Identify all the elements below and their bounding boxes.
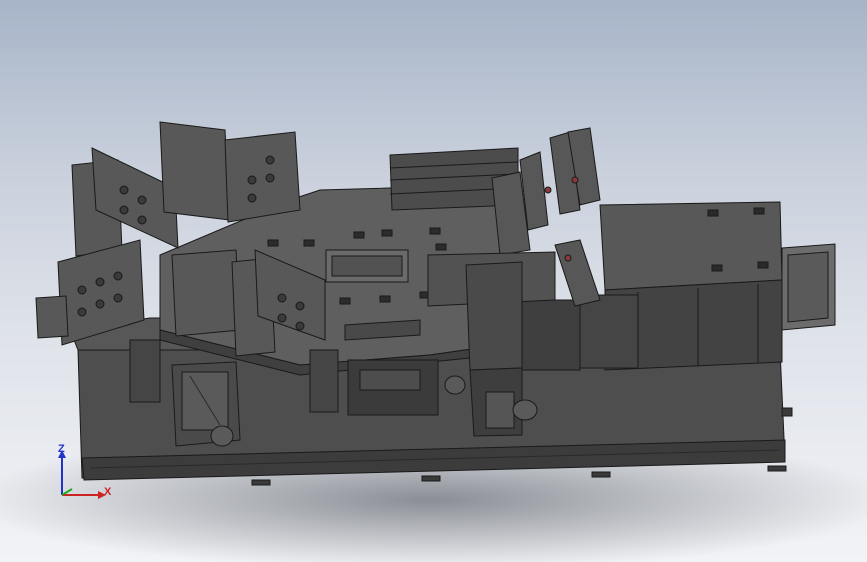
z-axis-label: Z bbox=[58, 443, 65, 455]
right-side-blocks bbox=[519, 294, 639, 371]
cad-viewport[interactable]: Z X bbox=[0, 0, 867, 562]
axis-triad: Z X bbox=[48, 440, 118, 510]
left-slide-module bbox=[171, 361, 241, 447]
fixture-assembly-model[interactable] bbox=[0, 0, 867, 562]
x-axis-label: X bbox=[104, 486, 112, 498]
